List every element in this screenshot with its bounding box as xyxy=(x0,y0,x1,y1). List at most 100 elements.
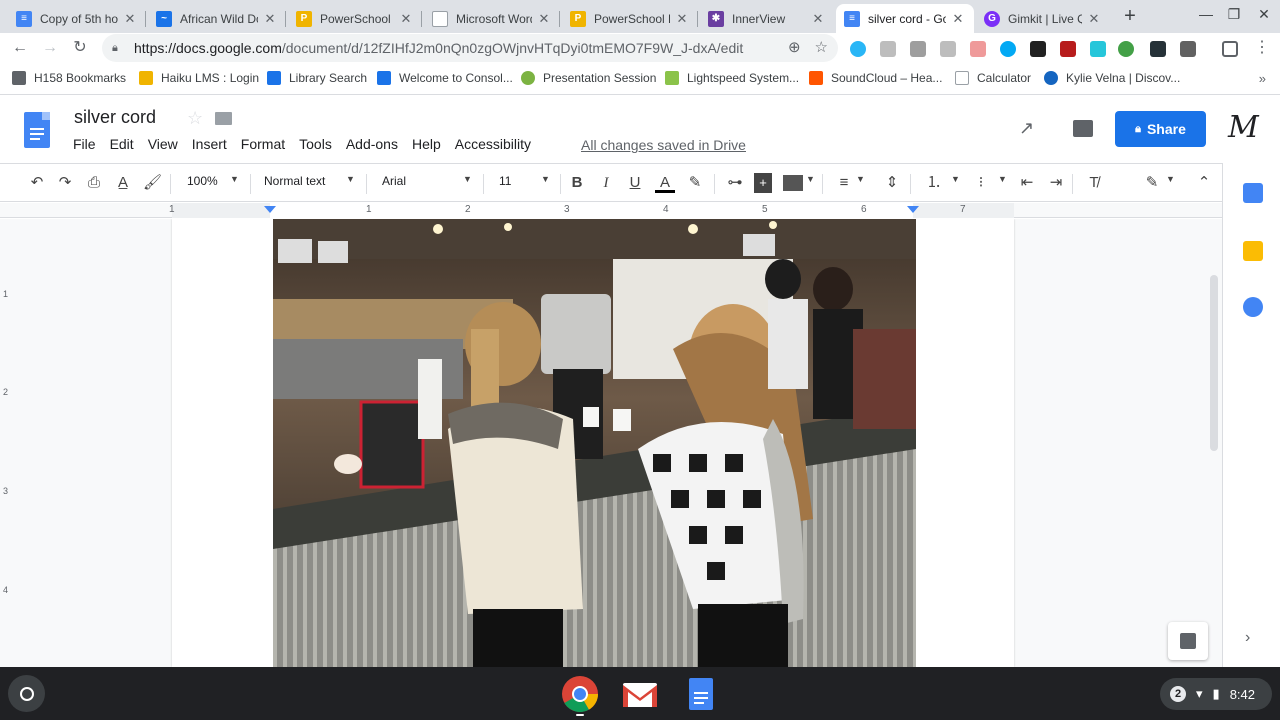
chevron-down-icon[interactable]: ▼ xyxy=(1166,174,1175,184)
close-icon[interactable]: ✕ xyxy=(950,11,966,27)
zoom-select[interactable]: 100% xyxy=(187,174,218,188)
chevron-down-icon[interactable]: ▼ xyxy=(346,174,355,184)
numbered-list-icon[interactable]: ⒈ xyxy=(924,173,944,193)
bookmark-star-icon[interactable]: ☆ xyxy=(815,38,828,56)
address-bar[interactable]: 🔒︎ https://docs.google.com/document/d/12… xyxy=(102,34,838,62)
cast-icon[interactable] xyxy=(1222,41,1238,57)
menu-file[interactable]: File xyxy=(66,136,103,152)
extension-icon[interactable] xyxy=(850,41,866,57)
extension-icon[interactable] xyxy=(970,41,986,57)
clear-formatting-icon[interactable]: T̸ xyxy=(1084,173,1104,193)
align-left-icon[interactable]: ≡ xyxy=(834,173,854,193)
bookmark-item[interactable]: SoundCloud – Hea... xyxy=(809,71,942,85)
reload-icon[interactable]: ↻ xyxy=(70,38,90,58)
document-title[interactable]: silver cord xyxy=(74,107,156,128)
bookmark-item[interactable]: Calculator xyxy=(955,71,1031,85)
document-page[interactable] xyxy=(172,219,1014,667)
bold-icon[interactable]: B xyxy=(568,173,586,193)
insert-image-icon[interactable] xyxy=(783,175,803,191)
close-icon[interactable]: ✕ xyxy=(122,11,138,27)
share-button[interactable]: 🔒︎ Share xyxy=(1115,111,1206,147)
star-icon[interactable]: ☆ xyxy=(187,108,203,129)
print-icon[interactable]: ⎙ xyxy=(85,173,103,193)
extension-icon[interactable] xyxy=(880,41,896,57)
docs-app-icon[interactable] xyxy=(682,675,720,713)
save-status[interactable]: All changes saved in Drive xyxy=(581,137,746,153)
tab-powerschool-2[interactable]: P PowerSchool Lo ✕ xyxy=(562,4,698,33)
tab-gimkit[interactable]: G Gimkit | Live Qu ✕ xyxy=(976,4,1110,33)
menu-tools[interactable]: Tools xyxy=(292,136,339,152)
style-select[interactable]: Normal text xyxy=(264,174,325,188)
extension-icon[interactable] xyxy=(1180,41,1196,57)
chevron-down-icon[interactable]: ▼ xyxy=(998,174,1007,184)
chevron-down-icon[interactable]: ▼ xyxy=(856,174,865,184)
bookmark-item[interactable]: Library Search xyxy=(267,71,367,85)
menu-view[interactable]: View xyxy=(141,136,185,152)
bookmarks-overflow-icon[interactable]: » xyxy=(1259,71,1266,86)
close-icon[interactable]: ✕ xyxy=(674,11,690,27)
font-size-select[interactable]: 11 xyxy=(499,174,511,188)
chevron-down-icon[interactable]: ▼ xyxy=(541,174,550,184)
extension-icon[interactable] xyxy=(1118,41,1134,57)
chevron-down-icon[interactable]: ▼ xyxy=(806,174,815,184)
activity-dashboard-icon[interactable]: ↗ xyxy=(1019,118,1034,139)
extension-icon[interactable] xyxy=(940,41,956,57)
folder-icon[interactable] xyxy=(215,112,232,125)
spellcheck-icon[interactable]: A̲ xyxy=(114,173,132,193)
chevron-down-icon[interactable]: ▼ xyxy=(463,174,472,184)
extension-icon[interactable] xyxy=(910,41,926,57)
launcher-button[interactable] xyxy=(8,675,45,712)
extension-icon[interactable] xyxy=(1030,41,1046,57)
menu-addons[interactable]: Add-ons xyxy=(339,136,405,152)
link-icon[interactable]: ⊶ xyxy=(725,173,745,193)
chevron-up-icon[interactable]: ⌃ xyxy=(1194,173,1214,193)
close-icon[interactable]: ✕ xyxy=(398,11,414,27)
editing-mode-icon[interactable]: ✎ xyxy=(1142,173,1162,193)
line-spacing-icon[interactable]: ⇕ xyxy=(882,173,902,193)
minimize-icon[interactable]: — xyxy=(1194,6,1218,22)
close-icon[interactable]: ✕ xyxy=(536,11,552,27)
inserted-photo[interactable] xyxy=(273,219,916,667)
status-tray[interactable]: 2 ▾ ▮ 8:42 xyxy=(1160,678,1272,710)
tab-african-wild-dog[interactable]: ~ African Wild Do ✕ xyxy=(148,4,286,33)
menu-insert[interactable]: Insert xyxy=(185,136,234,152)
text-color-icon[interactable]: A xyxy=(655,173,675,193)
increase-indent-icon[interactable]: ⇥ xyxy=(1046,173,1066,193)
undo-icon[interactable]: ↶ xyxy=(28,173,46,193)
menu-format[interactable]: Format xyxy=(234,136,292,152)
chrome-app-icon[interactable] xyxy=(561,675,599,713)
left-indent-handle[interactable] xyxy=(264,206,276,213)
forward-icon[interactable]: → xyxy=(40,38,60,58)
comment-history-icon[interactable] xyxy=(1073,120,1093,137)
more-menu-icon[interactable]: ⋮ xyxy=(1252,38,1272,58)
calendar-icon[interactable] xyxy=(1243,183,1263,203)
restore-icon[interactable]: ❐ xyxy=(1222,6,1246,23)
tab-innerview[interactable]: ✱ InnerView ✕ xyxy=(700,4,834,33)
decrease-indent-icon[interactable]: ⇤ xyxy=(1017,173,1037,193)
bulleted-list-icon[interactable]: ⁝ xyxy=(971,173,991,193)
chevron-right-icon[interactable]: › xyxy=(1245,629,1250,647)
zoom-icon[interactable]: ⊕ xyxy=(788,38,801,56)
tab-microsoft-word[interactable]: Microsoft Word ✕ xyxy=(424,4,560,33)
close-icon[interactable]: ✕ xyxy=(1086,11,1102,27)
italic-icon[interactable]: I xyxy=(597,173,615,193)
extension-icon[interactable] xyxy=(1000,41,1016,57)
avatar[interactable]: M xyxy=(1228,110,1259,145)
right-indent-handle[interactable] xyxy=(907,206,919,213)
close-window-icon[interactable]: ✕ xyxy=(1252,6,1276,23)
gmail-app-icon[interactable] xyxy=(621,675,659,713)
menu-accessibility[interactable]: Accessibility xyxy=(448,136,538,152)
close-icon[interactable]: ✕ xyxy=(810,11,826,27)
menu-edit[interactable]: Edit xyxy=(103,136,141,152)
chevron-down-icon[interactable]: ▼ xyxy=(951,174,960,184)
bookmark-item[interactable]: Presentation Session xyxy=(521,71,656,85)
font-select[interactable]: Arial xyxy=(382,174,406,188)
add-comment-icon[interactable]: + xyxy=(754,173,772,193)
redo-icon[interactable]: ↷ xyxy=(56,173,74,193)
close-icon[interactable]: ✕ xyxy=(262,11,278,27)
tasks-icon[interactable] xyxy=(1243,297,1263,317)
bookmark-item[interactable]: Kylie Velna | Discov... xyxy=(1044,71,1180,85)
menu-help[interactable]: Help xyxy=(405,136,448,152)
bookmark-folder[interactable]: H158 Bookmarks xyxy=(12,71,126,85)
tab-silver-cord[interactable]: ≡ silver cord - Goo ✕ xyxy=(836,4,974,33)
